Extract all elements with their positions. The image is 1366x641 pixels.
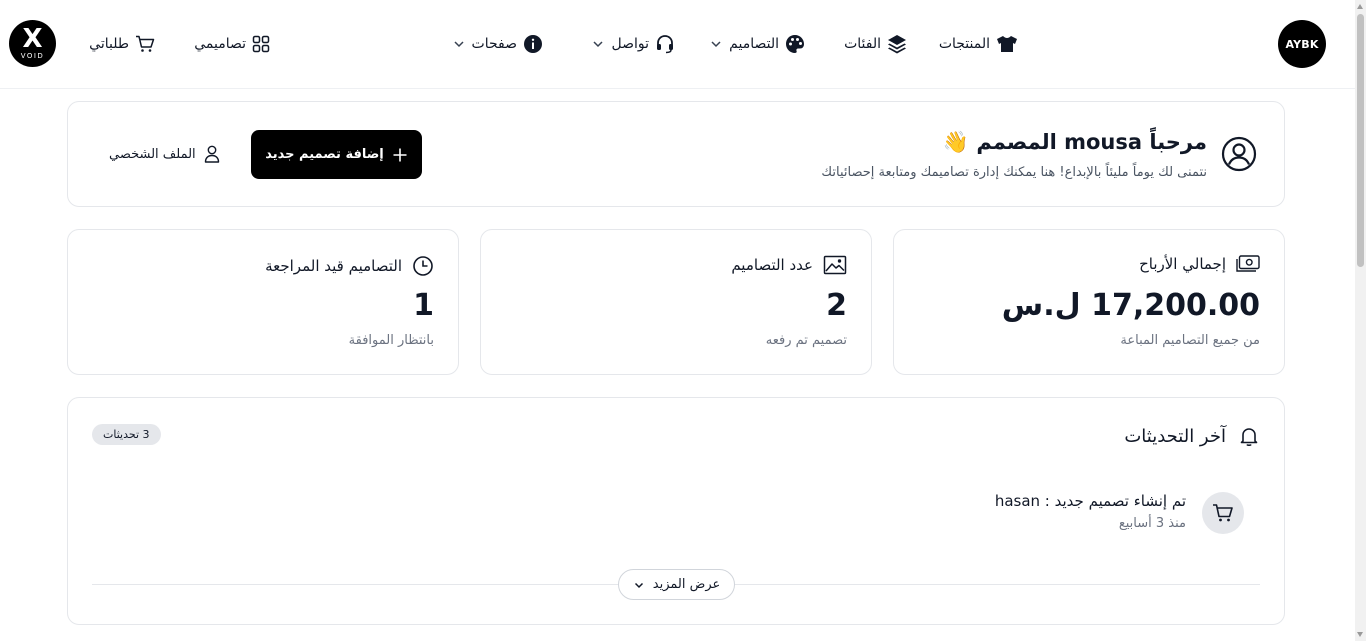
update-text: تم إنشاء تصميم جديد : hasan [994,492,1186,510]
stat-value: 17,200.00 ل.س [1001,288,1260,323]
nav-products[interactable]: المنتجات [939,33,1018,55]
update-time: منذ 3 أسابيع [1118,516,1186,531]
stat-value: 2 [826,288,847,323]
profile-link[interactable]: الملف الشخصي [109,145,220,163]
nav-products-label: المنتجات [938,36,990,52]
money-icon [1236,255,1260,272]
updates-count-badge: 3 تحديثات [92,424,161,445]
stat-label: عدد التصاميم [731,256,813,274]
page-scrollbar[interactable] [1355,0,1366,641]
welcome-card: مرحباً mousa المصمم 👋 نتمنى لك يوماً ملي… [67,101,1285,207]
brand-logo-text: AYBK [1285,37,1319,51]
tshirt-icon [997,36,1017,52]
scroll-up-arrow-icon[interactable] [1357,4,1363,9]
nav-my-orders[interactable]: طلباتي [89,33,155,55]
updates-card: آخر التحديثات 3 تحديثات تم إنشاء تصميم ج… [67,397,1285,625]
stat-note: بانتظار الموافقة [348,333,434,348]
nav-my-designs-label: تصاميمي [194,36,246,52]
cart-icon [1213,504,1233,522]
nav-pages-label: صفحات [471,36,517,52]
welcome-subtitle: نتمنى لك يوماً مليئاً بالإبداع! هنا يمكن… [821,165,1207,180]
nav-contact[interactable]: تواصل [591,33,675,55]
void-logo-word: VOID [20,51,45,60]
update-item[interactable]: تم إنشاء تصميم جديد : hasan منذ 3 أسابيع [995,492,1244,534]
nav-designs[interactable]: التصاميم [709,33,805,55]
chevron-down-icon [593,41,604,48]
stat-card-pending-review: التصاميم قيد المراجعة 1 بانتظار الموافقة [67,229,459,375]
nav-designs-label: التصاميم [729,36,779,52]
add-design-button[interactable]: إضافة تصميم جديد [251,130,422,179]
void-logo-mark: X [22,23,43,54]
nav-contact-label: تواصل [611,36,649,52]
top-navbar: AYBK المنتجات الفئات التصاميم تواصل صفحا… [0,0,1355,89]
nav-pages[interactable]: صفحات [452,33,543,55]
scroll-down-arrow-icon[interactable] [1357,632,1363,637]
stat-label: التصاميم قيد المراجعة [265,257,402,275]
nav-my-orders-label: طلباتي [89,36,129,52]
palette-icon [786,35,804,53]
clock-icon [413,256,433,276]
welcome-title: مرحباً mousa المصمم 👋 [942,130,1207,154]
stat-value: 1 [413,288,434,323]
info-icon [524,35,542,53]
nav-categories[interactable]: الفئات [844,33,907,55]
nav-my-designs[interactable]: تصاميمي [194,33,270,55]
updates-title: آخر التحديثات [1124,425,1226,447]
grid-icon [252,35,270,53]
scroll-thumb[interactable] [1357,14,1364,267]
update-avatar [1202,492,1244,534]
profile-link-label: الملف الشخصي [109,146,196,162]
chevron-down-icon [634,582,643,588]
stat-label: إجمالي الأرباح [1139,255,1226,273]
chevron-down-icon [454,41,464,48]
show-more-button[interactable]: عرض المزيد [618,569,735,600]
stat-card-designs-count: عدد التصاميم 2 تصميم تم رفعه [480,229,872,375]
chevron-down-icon [711,41,721,48]
stat-note: من جميع التصاميم المباعة [1120,333,1260,348]
headset-icon [657,35,673,54]
layers-icon [888,35,906,54]
stat-card-earnings: إجمالي الأرباح 17,200.00 ل.س من جميع الت… [893,229,1285,375]
cart-icon [136,35,155,52]
user-circle-icon [1221,136,1257,172]
bell-icon [1240,428,1258,447]
user-icon [204,145,219,163]
nav-categories-label: الفئات [844,36,881,52]
plus-icon [393,148,407,161]
show-more-label: عرض المزيد [652,577,721,592]
void-logo[interactable]: X VOID [9,20,56,67]
add-design-label: إضافة تصميم جديد [265,147,384,162]
image-icon [823,255,847,275]
stat-note: تصميم تم رفعه [765,333,847,348]
brand-logo[interactable]: AYBK [1278,20,1326,68]
